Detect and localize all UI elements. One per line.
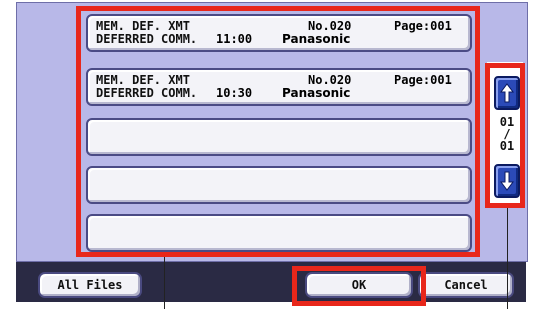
cancel-button[interactable]: Cancel — [418, 272, 514, 298]
job-list-highlight — [76, 6, 480, 257]
callout-line — [507, 208, 508, 309]
ok-highlight — [292, 266, 426, 306]
scroll-highlight — [485, 63, 525, 208]
all-files-button[interactable]: All Files — [38, 272, 142, 298]
callout-line — [164, 257, 165, 309]
